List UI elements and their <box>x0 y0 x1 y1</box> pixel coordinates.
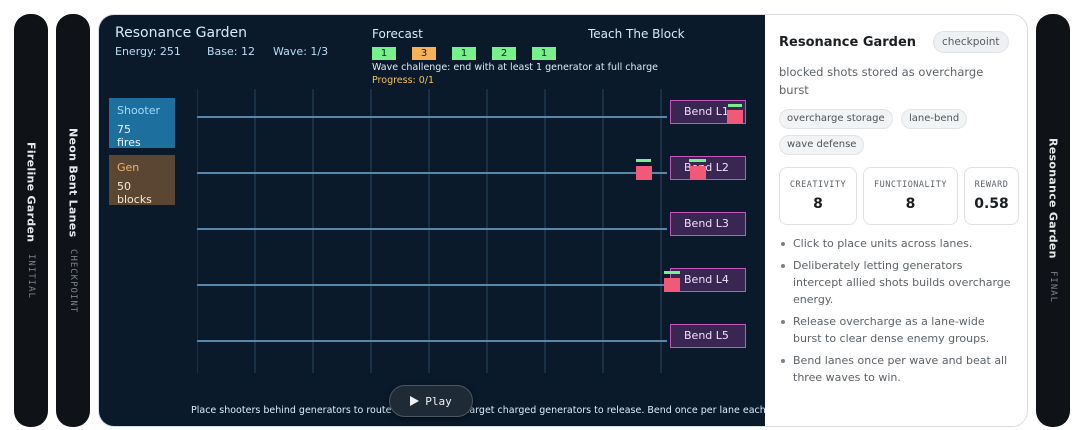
metric-value: 8 <box>813 196 823 212</box>
enemy-unit <box>664 278 680 292</box>
mechanic-description: blocked shots stored as overcharge burst <box>779 65 984 97</box>
tag-chip: overcharge storage <box>779 109 893 129</box>
stage-title: Resonance Garden <box>1046 138 1060 259</box>
metric-label: CREATIVITY <box>789 180 847 190</box>
unit-cost: 75 <box>117 123 131 136</box>
base-stat: Base: 12 <box>207 45 255 58</box>
challenge-progress: Progress: 0/1 <box>372 75 435 86</box>
enemy-health-bar <box>664 271 680 274</box>
rule-item: Release overcharge as a lane-wide burst … <box>779 313 1015 347</box>
game-panel: Resonance Garden Energy: 251 Base: 12 Wa… <box>99 15 797 426</box>
teach-label: Teach The Block <box>588 27 685 41</box>
forecast-chip: 1 <box>452 47 476 60</box>
rule-item: Click to place units across lanes. <box>779 235 1015 252</box>
bend-lane-3-button[interactable]: Bend L3 <box>670 212 746 236</box>
game-title: Resonance Garden <box>115 25 247 41</box>
energy-stat: Energy: 251 <box>115 45 181 58</box>
enemy-unit <box>690 166 706 180</box>
forecast-chip: 2 <box>492 47 516 60</box>
shooter-unit-card[interactable]: Shooter 75 fires <box>109 98 175 149</box>
enemy-health-bar <box>689 159 706 162</box>
unit-name: Shooter <box>117 104 161 117</box>
play-icon <box>410 396 420 406</box>
enemy-health-bar <box>636 159 651 162</box>
rules-list: Click to place units across lanes. Delib… <box>779 235 1015 391</box>
metric-creativity: CREATIVITY 8 <box>779 167 857 225</box>
forecast-chip: 1 <box>532 47 556 60</box>
metric-value: 8 <box>905 196 916 212</box>
metric-label: FUNCTIONALITY <box>873 180 948 190</box>
unit-cost-label: blocks <box>117 193 152 206</box>
stage-label: INITIAL <box>26 254 36 300</box>
stage-badge: checkpoint <box>933 31 1009 53</box>
bend-lane-4-button[interactable]: Bend L4 <box>670 268 746 292</box>
play-button[interactable]: Play <box>389 385 473 417</box>
sidebar-title: Resonance Garden <box>779 35 917 50</box>
play-label: Play <box>425 394 452 408</box>
stage-title: Fireline Garden <box>24 141 38 243</box>
unit-name: Gen <box>117 161 140 174</box>
rule-item: Deliberately letting generators intercep… <box>779 257 1015 308</box>
stage-strip-final[interactable]: Resonance Garden FINAL <box>1036 14 1070 427</box>
tag-chip: wave defense <box>779 135 865 155</box>
unit-cost-label: fires <box>117 136 141 149</box>
stage-label: FINAL <box>1048 270 1058 303</box>
enemy-unit <box>727 110 743 124</box>
forecast-chip: 3 <box>412 47 436 60</box>
metric-label: REWARD <box>974 180 1009 190</box>
lane-grid[interactable] <box>197 89 667 373</box>
metric-value: 0.58 <box>974 196 1009 212</box>
info-sidebar: Resonance Garden checkpoint blocked shot… <box>765 15 1027 426</box>
stage-label: CHECKPOINT <box>68 249 78 314</box>
bend-lane-5-button[interactable]: Bend L5 <box>670 324 746 348</box>
game-card: Resonance Garden Energy: 251 Base: 12 Wa… <box>98 14 1028 427</box>
rule-item: Bend lanes once per wave and beat all th… <box>779 352 1015 386</box>
enemy-unit <box>636 166 652 180</box>
unit-cost: 50 <box>117 180 131 193</box>
gameplay-hint: Place shooters behind generators to rout… <box>191 405 797 416</box>
metric-functionality: FUNCTIONALITY 8 <box>863 167 958 225</box>
wave-challenge: Wave challenge: end with at least 1 gene… <box>372 62 658 73</box>
bend-lane-2-button[interactable]: Bend L2 <box>670 156 746 180</box>
wave-stat: Wave: 1/3 <box>273 45 329 58</box>
stage-strip-initial[interactable]: Fireline Garden INITIAL <box>14 14 48 427</box>
enemy-health-bar <box>728 104 742 107</box>
forecast-label: Forecast <box>372 27 423 41</box>
forecast-chip: 1 <box>372 47 396 60</box>
generator-unit-card[interactable]: Gen 50 blocks <box>109 155 175 206</box>
tag-chip: lane-bend <box>901 109 968 129</box>
stage-strip-checkpoint[interactable]: Neon Bent Lanes CHECKPOINT <box>56 14 90 427</box>
metric-reward: REWARD 0.58 <box>964 167 1019 225</box>
stage-title: Neon Bent Lanes <box>66 127 80 238</box>
